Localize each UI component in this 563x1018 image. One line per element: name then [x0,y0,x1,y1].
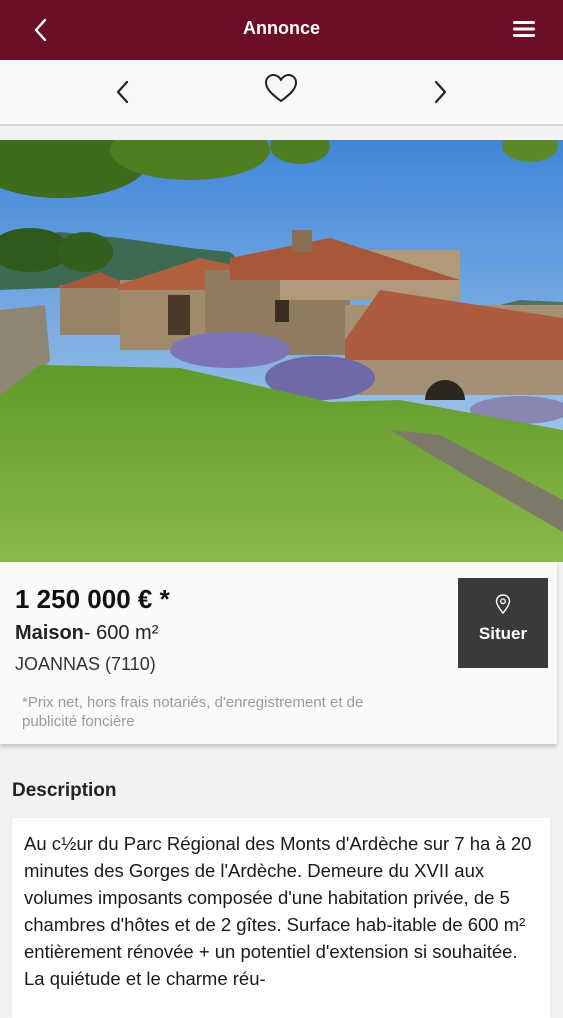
property-photo-illustration [0,140,563,562]
app-header: Annonce [0,0,563,60]
listing-navigation-bar [0,60,563,126]
description-heading: Description [12,780,117,801]
situer-button[interactable]: Situer [458,578,548,668]
chevron-left-icon[interactable] [108,76,138,108]
listing-location: JOANNAS (7110) [15,654,156,674]
listing-summary-card: 1 250 000 € * Maison- 600 m² JOANNAS (71… [0,562,557,744]
price-disclaimer: *Prix net, hors frais notariés, d'enregi… [22,694,364,730]
property-photo[interactable] [0,140,563,562]
hamburger-menu-icon[interactable] [511,16,537,42]
listing-type: Maison- 600 m² [15,622,158,645]
heart-outline-icon[interactable] [264,72,298,106]
description-text: Au c½ur du Parc Régional des Monts d'Ard… [24,833,532,989]
situer-label: Situer [478,624,528,643]
map-pin-icon [495,594,511,614]
page-title: Annonce [242,18,320,38]
chevron-right-icon[interactable] [425,76,455,108]
listing-price: 1 250 000 € * [15,584,170,614]
property-surface: - 600 m² [83,622,159,644]
description-box: Au c½ur du Parc Régional des Monts d'Ard… [12,818,550,1018]
property-type: Maison [15,622,84,644]
